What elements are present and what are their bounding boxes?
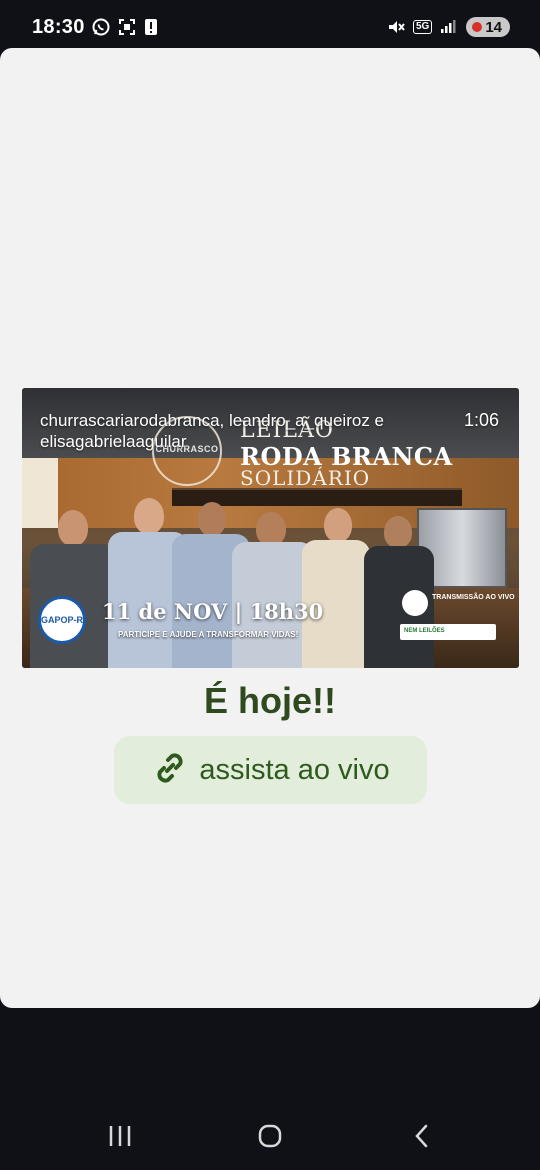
status-bar: 18:30 5G 14 <box>0 0 540 48</box>
battery-icon: 14 <box>466 17 510 37</box>
live-link-sticker[interactable]: assista ao vivo <box>114 736 427 804</box>
network-5g-icon: 5G <box>412 20 433 34</box>
story-heading: É hoje!! <box>204 680 336 721</box>
broadcast-label: TRANSMISSÃO AO VIVO <box>432 594 515 601</box>
navigation-bar <box>0 1100 540 1170</box>
event-tagline: PARTICIPE E AJUDE A TRANSFORMAR VIDAS! <box>118 630 299 639</box>
video-duration: 1:06 <box>463 410 499 430</box>
screenshot-icon <box>118 18 136 36</box>
alert-icon <box>144 18 162 36</box>
link-icon <box>151 749 189 792</box>
event-date: 11 de NOV | 18h30 <box>102 599 324 624</box>
mute-icon <box>387 18 405 36</box>
live-link-label: assista ao vivo <box>199 753 390 786</box>
video-preview[interactable]: CHURRASCO LEILÃO RODA BRANCA SOLIDÁRIO c… <box>22 388 519 668</box>
title-solidario: SOLIDÁRIO <box>240 466 371 490</box>
story-usernames[interactable]: churrascariarodabranca, leandro_a_queiro… <box>40 410 450 452</box>
gapop-logo: GAPOP-R <box>38 596 86 644</box>
status-time: 18:30 <box>32 16 85 38</box>
recents-icon[interactable] <box>100 1120 140 1152</box>
battery-level: 14 <box>485 18 502 36</box>
signal-icon <box>440 18 458 36</box>
sponsors-banner: NEM LEILÕES <box>400 624 496 640</box>
back-icon[interactable] <box>402 1120 442 1152</box>
home-icon[interactable] <box>250 1120 290 1152</box>
story-card[interactable]: CHURRASCO LEILÃO RODA BRANCA SOLIDÁRIO c… <box>0 48 540 1008</box>
whatsapp-icon <box>92 18 110 36</box>
broadcast-logo <box>402 590 428 616</box>
